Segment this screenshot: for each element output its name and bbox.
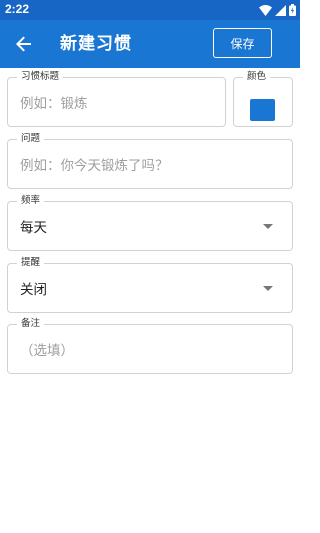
habit-title-field[interactable]: 习惯标题 例如：锻炼	[7, 71, 226, 127]
page-title: 新建习惯	[60, 34, 132, 54]
frequency-selected: 每天	[20, 220, 47, 236]
reminder-dropdown[interactable]: 提醒 关闭	[7, 257, 293, 313]
dropdown-arrow-icon	[263, 286, 273, 291]
save-button[interactable]: 保存	[213, 28, 272, 58]
app-bar: 新建习惯 保存	[0, 20, 300, 68]
status-time: 2:22	[5, 2, 30, 16]
dropdown-arrow-icon	[263, 224, 273, 229]
question-placeholder: 例如：你今天锻炼了吗？	[20, 158, 169, 174]
notes-field[interactable]: 备注 （选填）	[7, 318, 293, 374]
status-icons	[259, 3, 296, 17]
battery-icon	[289, 1, 296, 20]
notes-placeholder: （选填）	[20, 343, 74, 359]
status-bar: 2:22	[0, 0, 300, 20]
habit-title-placeholder: 例如：锻炼	[20, 96, 88, 112]
color-swatch[interactable]	[250, 99, 275, 121]
arrow-back-icon[interactable]	[12, 32, 36, 56]
cellular-signal-icon	[275, 1, 286, 20]
color-picker[interactable]: 颜色	[233, 71, 293, 127]
question-field[interactable]: 问题 例如：你今天锻炼了吗？	[7, 133, 293, 189]
color-label: 颜色	[243, 71, 271, 83]
reminder-selected: 关闭	[20, 282, 47, 298]
frequency-dropdown[interactable]: 频率 每天	[7, 195, 293, 251]
wifi-icon	[259, 1, 272, 20]
